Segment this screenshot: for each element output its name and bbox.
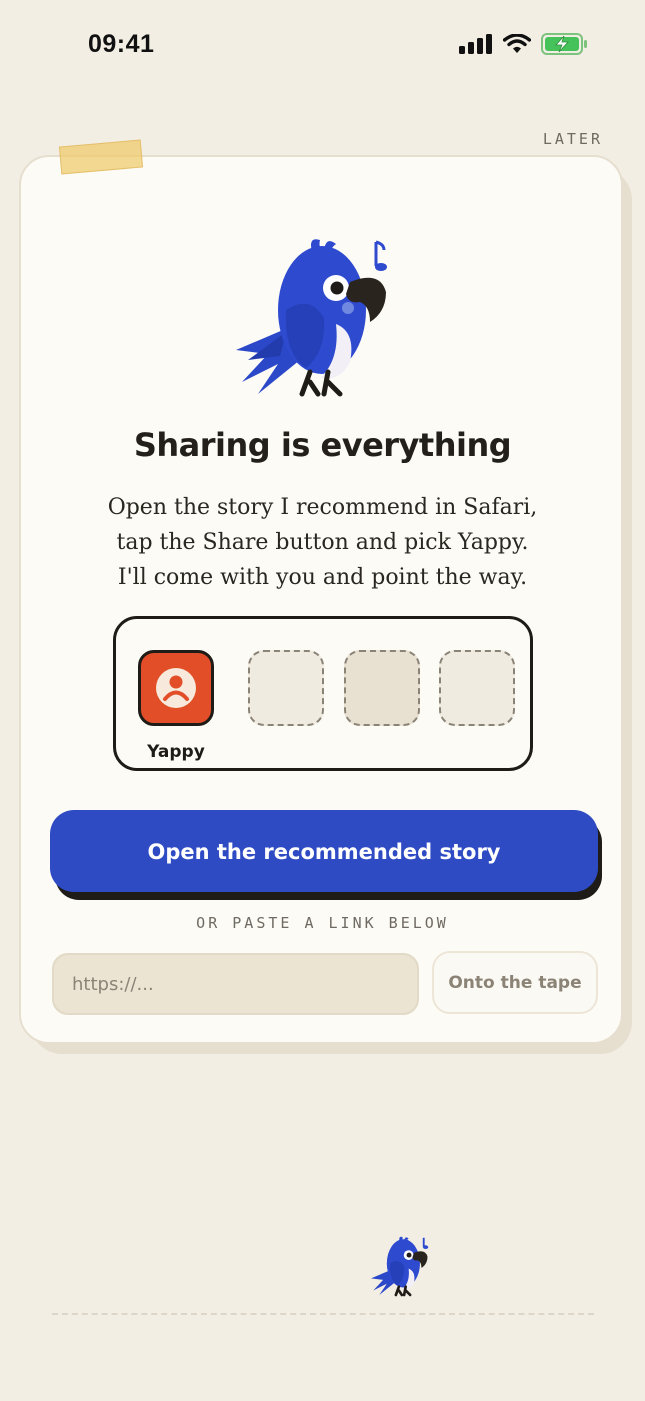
body-line: tap the Share button and pick Yappy. xyxy=(116,530,529,555)
onto-the-tape-button[interactable]: Onto the tape xyxy=(432,951,598,1014)
status-icons xyxy=(459,33,589,55)
empty-app-slot xyxy=(248,650,324,726)
parrot-mascot-small-icon xyxy=(371,1236,429,1297)
empty-app-slot xyxy=(344,650,420,726)
status-bar: 09:41 xyxy=(0,0,645,92)
battery-charging-icon xyxy=(541,33,587,55)
link-input[interactable] xyxy=(52,953,419,1015)
body-line: Open the story I recommend in Safari, xyxy=(107,495,538,520)
paste-link-divider: OR PASTE A LINK BELOW xyxy=(196,914,449,932)
status-time: 09:41 xyxy=(88,30,155,58)
card-body: Open the story I recommend in Safari, ta… xyxy=(60,490,585,595)
yappy-app-tile xyxy=(138,650,214,726)
card-headline: Sharing is everything xyxy=(133,426,512,464)
onboarding-screen: 09:41 LATER Sharing is everything Open t… xyxy=(0,0,645,1401)
yappy-app-label: Yappy xyxy=(147,742,205,762)
wifi-icon xyxy=(503,34,531,53)
body-line: I'll come with you and point the way. xyxy=(117,565,528,590)
bottom-divider xyxy=(52,1313,594,1315)
open-recommended-story-button[interactable]: Open the recommended story xyxy=(50,810,598,892)
parrot-mascot-icon xyxy=(236,239,387,397)
signal-icon xyxy=(459,34,492,54)
user-icon xyxy=(156,668,196,708)
later-button[interactable]: LATER xyxy=(543,130,603,148)
empty-app-slot xyxy=(439,650,515,726)
